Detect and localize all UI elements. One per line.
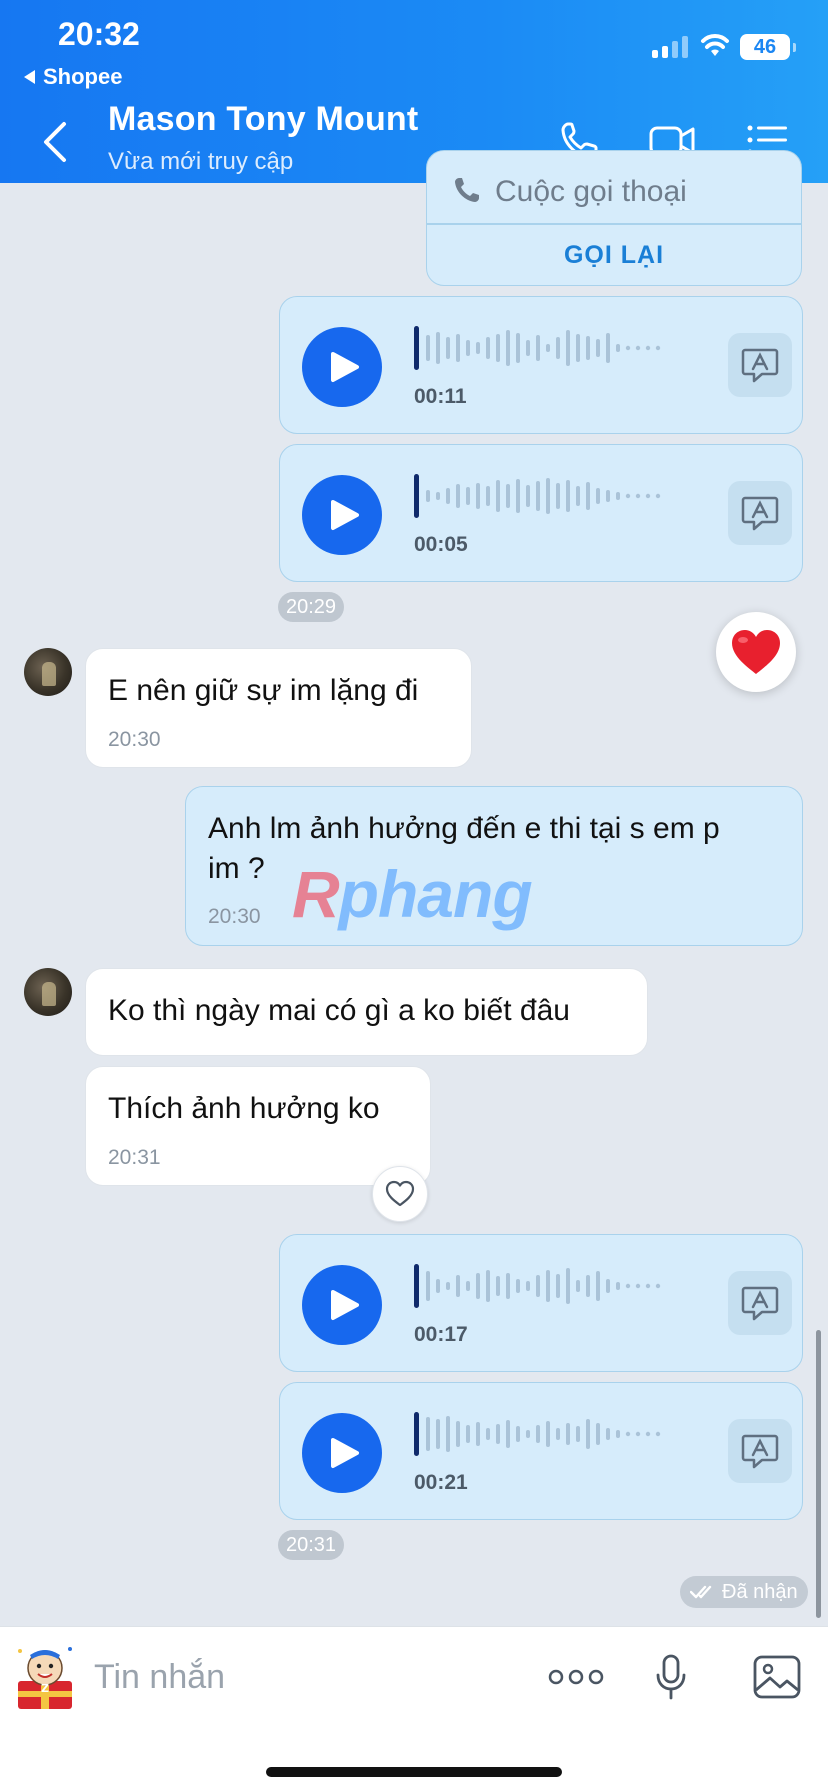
voice-duration: 00:11 bbox=[414, 385, 467, 408]
home-indicator bbox=[266, 1767, 562, 1777]
divider bbox=[427, 223, 801, 225]
voice-duration: 00:21 bbox=[414, 1471, 468, 1494]
waveform bbox=[414, 1412, 661, 1456]
microphone-icon bbox=[656, 1654, 686, 1700]
back-to-app-link[interactable]: Shopee bbox=[24, 64, 122, 90]
scrollbar[interactable] bbox=[816, 1330, 821, 1618]
play-button[interactable] bbox=[302, 1413, 382, 1493]
transcribe-icon bbox=[741, 496, 779, 531]
back-app-label: Shopee bbox=[43, 64, 123, 89]
svg-text:Z: Z bbox=[41, 1682, 49, 1695]
message-time: 20:31 bbox=[108, 1146, 161, 1169]
received-status: Đã nhận bbox=[680, 1576, 808, 1608]
double-check-icon bbox=[690, 1585, 712, 1599]
incoming-message: E nên giữ sự im lặng đi 20:30 bbox=[85, 648, 472, 768]
transcribe-icon bbox=[741, 1434, 779, 1469]
voice-duration: 00:17 bbox=[414, 1323, 468, 1346]
transcribe-button[interactable] bbox=[728, 1419, 792, 1483]
incoming-message: Thích ảnh hưởng ko 20:31 bbox=[85, 1066, 431, 1186]
voice-duration: 00:05 bbox=[414, 533, 468, 556]
status-time: 20:32 bbox=[58, 16, 140, 52]
message-text-line2: im ? bbox=[208, 852, 265, 885]
message-text: E nên giữ sự im lặng đi bbox=[108, 674, 419, 707]
received-label: Đã nhận bbox=[722, 1580, 798, 1603]
avatar[interactable] bbox=[24, 968, 72, 1016]
signal-icon bbox=[652, 34, 688, 58]
voice-message: 00:21 bbox=[279, 1382, 803, 1520]
play-button[interactable] bbox=[302, 475, 382, 555]
contact-name[interactable]: Mason Tony Mount bbox=[108, 100, 418, 139]
voice-message: 00:11 bbox=[279, 296, 803, 434]
image-button[interactable] bbox=[747, 1647, 807, 1707]
message-text-line1: Anh lm ảnh hưởng đến e thi tại s em p bbox=[208, 812, 720, 845]
message-input[interactable] bbox=[94, 1651, 514, 1703]
phone-small-icon bbox=[455, 178, 479, 202]
more-options-button[interactable] bbox=[546, 1647, 606, 1707]
play-icon bbox=[331, 352, 359, 382]
message-time: 20:30 bbox=[208, 905, 261, 928]
heart-outline-icon bbox=[385, 1180, 415, 1207]
transcribe-button[interactable] bbox=[728, 481, 792, 545]
watermark-logo: Rphang bbox=[292, 857, 533, 931]
contact-status: Vừa mới truy cập bbox=[108, 148, 294, 175]
transcribe-button[interactable] bbox=[728, 333, 792, 397]
avatar[interactable] bbox=[24, 648, 72, 696]
more-dots-icon bbox=[548, 1669, 604, 1685]
back-chevron-icon[interactable] bbox=[40, 120, 70, 164]
voice-record-button[interactable] bbox=[641, 1647, 701, 1707]
call-back-button[interactable]: GỌI LẠI bbox=[427, 241, 801, 270]
play-icon bbox=[331, 500, 359, 530]
transcribe-icon bbox=[741, 1286, 779, 1321]
transcribe-button[interactable] bbox=[728, 1271, 792, 1335]
call-card: Cuộc gọi thoại GỌI LẠI bbox=[426, 150, 802, 286]
heart-filled-icon bbox=[732, 630, 780, 674]
message-text: Ko thì ngày mai có gì a ko biết đâu bbox=[108, 994, 570, 1027]
like-button[interactable] bbox=[372, 1166, 428, 1222]
back-triangle-icon bbox=[24, 70, 35, 84]
play-button[interactable] bbox=[302, 327, 382, 407]
message-text: Thích ảnh hưởng ko bbox=[108, 1092, 380, 1125]
waveform bbox=[414, 1264, 661, 1308]
battery-indicator: 46 bbox=[740, 34, 796, 60]
time-separator: 20:31 bbox=[278, 1530, 345, 1560]
call-card-label: Cuộc gọi thoại bbox=[495, 175, 687, 208]
play-icon bbox=[331, 1438, 359, 1468]
play-button[interactable] bbox=[302, 1265, 382, 1345]
time-separator: 20:29 bbox=[278, 592, 345, 622]
incoming-message: Ko thì ngày mai có gì a ko biết đâu bbox=[85, 968, 648, 1056]
play-icon bbox=[331, 1290, 359, 1320]
transcribe-icon bbox=[741, 348, 779, 383]
waveform bbox=[414, 326, 661, 370]
sticker-icon[interactable]: Z bbox=[10, 1641, 80, 1711]
wifi-icon bbox=[701, 34, 729, 56]
composer-bar: Z bbox=[0, 1626, 828, 1792]
heart-reaction[interactable] bbox=[716, 612, 796, 692]
waveform bbox=[414, 474, 661, 518]
voice-message: 00:05 bbox=[279, 444, 803, 582]
voice-message: 00:17 bbox=[279, 1234, 803, 1372]
image-icon bbox=[753, 1655, 801, 1699]
message-time: 20:30 bbox=[108, 728, 161, 751]
